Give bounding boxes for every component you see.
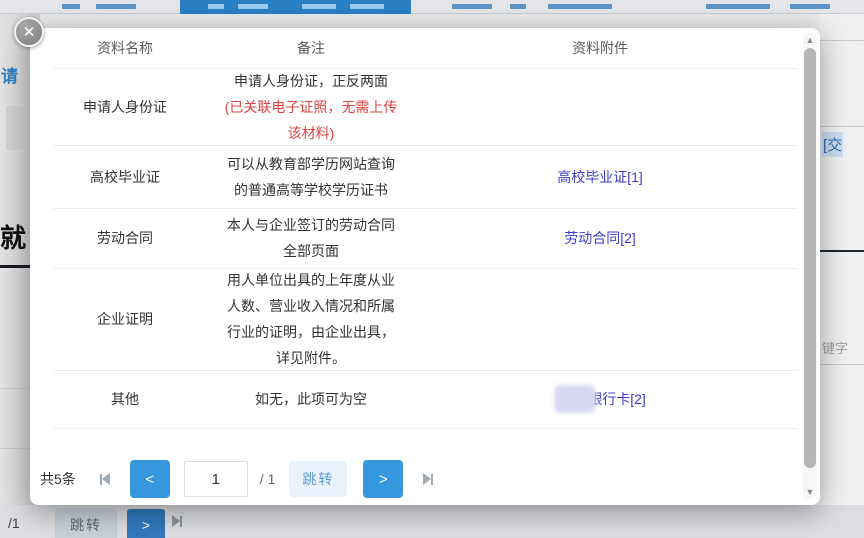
- tab-text-fragment: [208, 4, 224, 9]
- attachment-link[interactable]: 高校毕业证[1]: [557, 167, 643, 187]
- last-page-icon[interactable]: [423, 473, 433, 485]
- tab-text-fragment: [238, 4, 268, 9]
- background-keyword-label-partial: 键字: [822, 338, 848, 357]
- material-remark: 用人单位出具的上年度从业 人数、营业收入情况和所属 行业的证明，由企业出具， 详…: [220, 268, 402, 370]
- background-divider-dark: [820, 250, 864, 252]
- table-header-row: 资料名称 备注 资料附件: [30, 28, 798, 68]
- background-active-tab[interactable]: [180, 0, 411, 14]
- tab-text-fragment: [302, 4, 336, 9]
- table-row: 劳动合同 本人与企业签订的劳动合同 全部页面 劳动合同[2]: [30, 208, 798, 268]
- tab-text-fragment: [62, 4, 80, 9]
- background-pagination-bar: /1 跳转 >: [0, 505, 864, 538]
- divider: [820, 364, 864, 365]
- attachment-link[interactable]: 银行卡[2]: [588, 389, 646, 409]
- table-row: 申请人身份证 申请人身份证，正反两面 (已关联电子证照，无需上传 该材料): [30, 68, 798, 145]
- scroll-up-icon[interactable]: ▲: [803, 35, 817, 45]
- tab-text-fragment: [510, 4, 526, 9]
- background-tab-bar: [0, 0, 864, 14]
- header-remark: 备注: [220, 28, 402, 68]
- scrollbar-thumb[interactable]: [804, 48, 816, 468]
- divider: [820, 40, 864, 41]
- background-page-fraction: /1: [8, 515, 20, 531]
- background-jump-button[interactable]: 跳转: [55, 509, 117, 538]
- table-row: 其他 如无，此项可为空 银行卡[2]: [30, 370, 798, 428]
- background-right-area: [交 键字: [820, 14, 864, 538]
- background-last-page-icon[interactable]: [172, 515, 182, 527]
- material-remark: 可以从教育部学历网站查询 的普通高等学校学历证书: [220, 145, 402, 208]
- page-count-label: / 1: [260, 471, 276, 487]
- background-next-page-button[interactable]: >: [127, 509, 165, 538]
- material-name: 企业证明: [30, 268, 220, 370]
- tab-text-fragment: [790, 4, 830, 9]
- total-count-label: 共5条: [40, 469, 76, 489]
- remark-text: 申请人身份证，正反两面: [234, 68, 388, 94]
- table-row: 高校毕业证 可以从教育部学历网站查询 的普通高等学校学历证书 高校毕业证[1]: [30, 145, 798, 208]
- tab-text-fragment: [452, 4, 492, 9]
- material-attachment: 高校毕业证[1]: [402, 145, 798, 208]
- material-remark: 申请人身份证，正反两面 (已关联电子证照，无需上传 该材料): [220, 68, 402, 145]
- background-partial-text: 请: [1, 62, 18, 87]
- header-attachment: 资料附件: [402, 28, 798, 68]
- remark-alert-text: (已关联电子证照，无需上传 该材料): [225, 94, 398, 146]
- first-page-icon[interactable]: [100, 473, 110, 485]
- table-row: 企业证明 用人单位出具的上年度从业 人数、营业收入情况和所属 行业的证明，由企业…: [30, 268, 798, 370]
- background-heading-partial: 就: [0, 218, 27, 255]
- next-page-button[interactable]: >: [363, 460, 403, 498]
- header-material-name: 资料名称: [30, 28, 220, 68]
- material-attachment: [402, 68, 798, 145]
- background-partial-link[interactable]: [交: [822, 132, 843, 157]
- dialog-scrollbar[interactable]: ▲ ▼: [803, 33, 817, 499]
- material-attachment: [402, 268, 798, 370]
- divider: [820, 126, 864, 127]
- tab-text-fragment: [706, 4, 770, 9]
- row-divider: [54, 428, 798, 429]
- material-remark: 如无，此项可为空: [220, 370, 402, 428]
- material-name: 申请人身份证: [30, 68, 220, 145]
- material-name: 其他: [30, 370, 220, 428]
- material-attachment: 银行卡[2]: [402, 370, 798, 428]
- material-name: 劳动合同: [30, 208, 220, 268]
- materials-dialog: 资料名称 备注 资料附件 申请人身份证 申请人身份证，正反两面 (已关联电子证照…: [30, 28, 820, 505]
- redacted-blur-patch: [554, 385, 596, 413]
- material-name: 高校毕业证: [30, 145, 220, 208]
- scroll-down-icon[interactable]: ▼: [803, 487, 817, 497]
- tab-text-fragment: [96, 4, 136, 9]
- close-icon[interactable]: ✕: [14, 17, 44, 47]
- jump-button[interactable]: 跳转: [289, 461, 347, 497]
- background-input-fragment: [6, 106, 24, 150]
- prev-page-button[interactable]: <: [130, 460, 170, 498]
- dialog-pagination: 共5条 < / 1 跳转 >: [40, 458, 443, 500]
- material-attachment: 劳动合同[2]: [402, 208, 798, 268]
- background-tab-underline: [0, 265, 30, 268]
- attachment-link[interactable]: 劳动合同[2]: [564, 228, 636, 248]
- material-remark: 本人与企业签订的劳动合同 全部页面: [220, 208, 402, 268]
- page-number-input[interactable]: [184, 461, 248, 497]
- tab-text-fragment: [350, 4, 384, 9]
- tab-text-fragment: [548, 4, 612, 9]
